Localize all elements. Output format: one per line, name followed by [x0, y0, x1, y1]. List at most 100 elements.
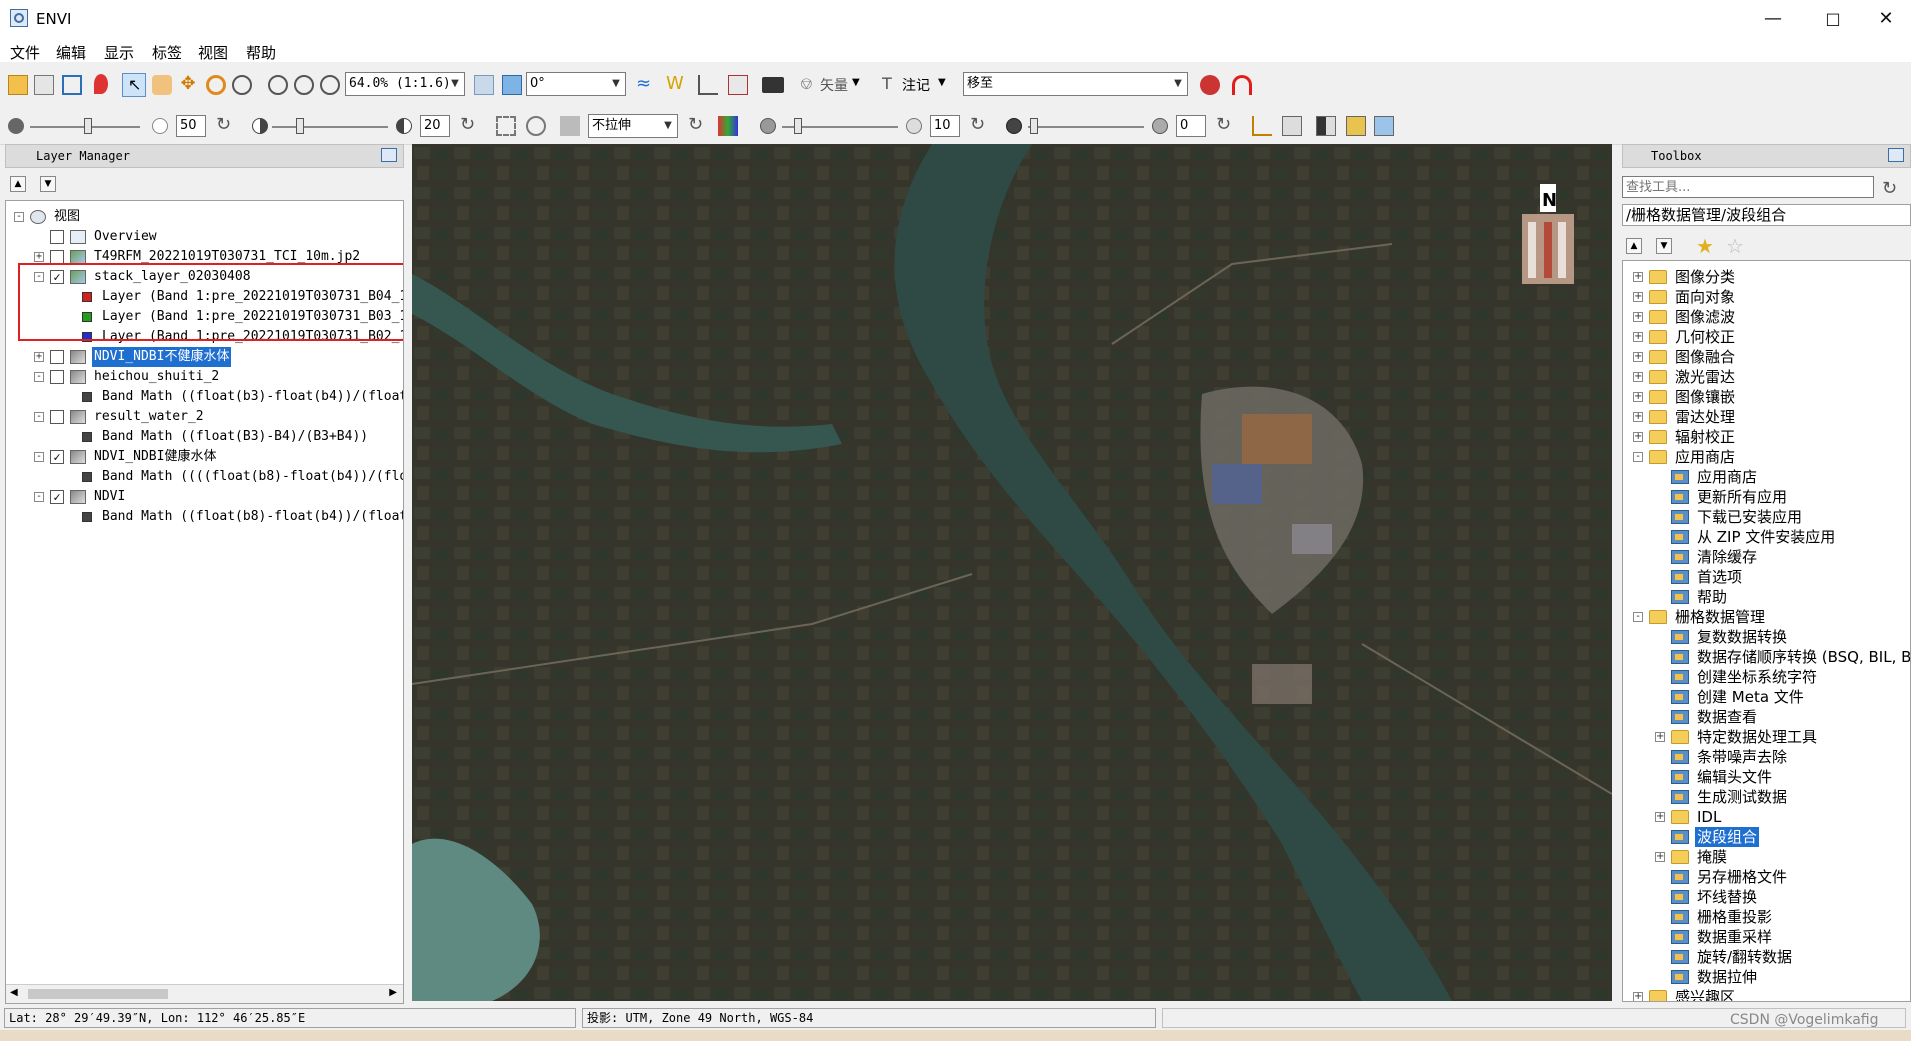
expand-icon[interactable]: + — [1633, 332, 1643, 342]
expand-icon[interactable]: + — [1633, 372, 1643, 382]
toolbox-label[interactable]: 更新所有应用 — [1695, 487, 1789, 507]
layer-label[interactable]: result_water_2 — [92, 407, 206, 427]
toolbox-label[interactable]: 创建坐标系统字符 — [1695, 667, 1819, 687]
pin-icon[interactable] — [94, 74, 108, 94]
toolbox-label[interactable]: 创建 Meta 文件 — [1695, 687, 1806, 707]
menu-view[interactable]: 视图 — [198, 42, 228, 63]
scroll-thumb[interactable] — [28, 989, 168, 999]
sharpen-reset-icon[interactable]: ↻ — [970, 116, 990, 136]
rotate-icon[interactable] — [206, 75, 226, 95]
toolbox-label[interactable]: 数据存储顺序转换 (BSQ, BIL, B — [1695, 647, 1910, 667]
toolbox-label[interactable]: 首选项 — [1695, 567, 1744, 587]
expand-icon[interactable]: + — [1633, 992, 1643, 1001]
collapse-all-icon[interactable]: ▲ — [10, 176, 26, 192]
toolbox-label[interactable]: 图像滤波 — [1673, 307, 1737, 327]
zoom-out-icon[interactable] — [294, 75, 314, 95]
collapse-icon[interactable]: - — [34, 492, 44, 502]
sharpen-value[interactable]: 10 — [930, 115, 960, 137]
toolbox-label[interactable]: 条带噪声去除 — [1695, 747, 1789, 767]
toolbox-label[interactable]: 生成测试数据 — [1695, 787, 1789, 807]
extensions-icon[interactable] — [1200, 75, 1220, 95]
brightness-value[interactable]: 50 — [176, 115, 206, 137]
toolbox-label[interactable]: 激光雷达 — [1673, 367, 1737, 387]
transparency-reset-icon[interactable]: ↻ — [1216, 116, 1236, 136]
layer-label[interactable]: NDVI_NDBI不健康水体 — [92, 347, 232, 367]
blend-icon[interactable] — [1316, 116, 1336, 136]
toolbox-label[interactable]: 旋转/翻转数据 — [1695, 947, 1794, 967]
zoom-full-icon[interactable] — [320, 75, 340, 95]
menu-help[interactable]: 帮助 — [246, 42, 276, 63]
toolbox-label[interactable]: 帮助 — [1695, 587, 1729, 607]
toolbox-label[interactable]: 面向对象 — [1673, 287, 1737, 307]
layer-label[interactable]: Band Math ((float(B3)-B4)/(B3+B4)) — [100, 427, 370, 447]
toolbox-label[interactable]: 数据拉伸 — [1695, 967, 1759, 987]
toolbox-label[interactable]: 另存栅格文件 — [1695, 867, 1789, 887]
expand-icon[interactable]: + — [1655, 812, 1665, 822]
collapse-icon[interactable]: - — [1633, 452, 1643, 462]
measure-icon[interactable] — [698, 75, 718, 95]
layer-label[interactable]: NDVI_NDBI健康水体 — [92, 447, 218, 467]
layer-label[interactable]: NDVI — [92, 487, 127, 507]
chevron-down-icon[interactable]: ▼ — [852, 77, 860, 88]
flicker-icon[interactable] — [1346, 116, 1366, 136]
layer-label[interactable]: heichou_shuiti_2 — [92, 367, 221, 387]
layer-visibility-checkbox[interactable] — [50, 350, 64, 364]
close-icon[interactable]: ✕ — [1856, 0, 1911, 38]
pan-hand-icon[interactable] — [152, 75, 172, 95]
expand-icon[interactable]: + — [1655, 732, 1665, 742]
layer-visibility-checkbox[interactable]: ✓ — [50, 490, 64, 504]
zoom-in-icon[interactable] — [268, 75, 288, 95]
brightness-reset-icon[interactable]: ↻ — [216, 116, 236, 136]
collapse-icon[interactable]: - — [34, 412, 44, 422]
contrast-slider-thumb[interactable] — [296, 118, 304, 134]
toolbox-label[interactable]: 几何校正 — [1673, 327, 1737, 347]
pin-panel-icon[interactable] — [381, 148, 397, 162]
pin-panel-icon[interactable] — [1888, 148, 1904, 162]
toolbox-label[interactable]: 感兴趣区 — [1673, 987, 1737, 1001]
vector-label[interactable]: 矢量 — [820, 75, 848, 95]
zoom-combo[interactable]: 64.0% (1:1.6) ▼ — [345, 72, 465, 96]
layer-label[interactable]: Band Math ((((float(b8)-float(b4))/(flo — [100, 467, 403, 487]
layer-label[interactable]: Overview — [92, 227, 159, 247]
expand-all-icon[interactable]: ▼ — [1656, 238, 1672, 254]
toolbox-label[interactable]: 图像镶嵌 — [1673, 387, 1737, 407]
toolbox-label[interactable]: 编辑头文件 — [1695, 767, 1774, 787]
toolbox-label[interactable]: 栅格数据管理 — [1673, 607, 1767, 627]
toolbox-label[interactable]: 从 ZIP 文件安装应用 — [1695, 527, 1837, 547]
toolbox-label[interactable]: 清除缓存 — [1695, 547, 1759, 567]
histogram-icon[interactable] — [1252, 116, 1272, 136]
annotation-icon[interactable]: T — [882, 75, 902, 95]
menu-edit[interactable]: 编辑 — [56, 42, 86, 63]
expand-icon[interactable]: + — [1633, 292, 1643, 302]
collapse-icon[interactable]: - — [1633, 612, 1643, 622]
toolbox-label[interactable]: IDL — [1695, 807, 1723, 827]
toolbox-label[interactable]: 数据重采样 — [1695, 927, 1774, 947]
layer-visibility-checkbox[interactable] — [50, 230, 64, 244]
layer-hscrollbar[interactable]: ◀ ▶ — [6, 984, 403, 1003]
unfavorite-star-icon[interactable]: ☆ — [1726, 234, 1744, 258]
transparency-slider-thumb[interactable] — [1030, 118, 1038, 134]
rotation-combo[interactable]: 0° ▼ — [526, 72, 626, 96]
rotate-north-icon[interactable] — [474, 75, 494, 95]
stretch-combo[interactable]: 不拉伸 ▼ — [588, 114, 678, 138]
contrast-reset-icon[interactable]: ↻ — [460, 116, 480, 136]
toolbox-label[interactable]: 下载已安装应用 — [1695, 507, 1804, 527]
image-view[interactable]: N — [412, 144, 1612, 1001]
zoom-icon[interactable] — [232, 75, 252, 95]
collapse-all-icon[interactable]: ▲ — [1626, 238, 1642, 254]
expand-icon[interactable]: + — [1633, 432, 1643, 442]
menu-label[interactable]: 标签 — [152, 42, 182, 63]
toolbox-label[interactable]: 图像分类 — [1673, 267, 1737, 287]
data-manager-icon[interactable] — [34, 75, 54, 95]
favorite-star-icon[interactable]: ★ — [1696, 234, 1714, 258]
menu-display[interactable]: 显示 — [104, 42, 134, 63]
contrast-slider-track[interactable] — [272, 126, 388, 128]
minimize-icon[interactable]: — — [1743, 0, 1803, 38]
toolbox-label[interactable]: 图像融合 — [1673, 347, 1737, 367]
layer-visibility-checkbox[interactable]: ✓ — [50, 450, 64, 464]
expand-icon[interactable]: + — [1633, 272, 1643, 282]
toolbox-label[interactable]: 雷达处理 — [1673, 407, 1737, 427]
collapse-icon[interactable]: - — [34, 452, 44, 462]
layer-visibility-checkbox[interactable] — [50, 250, 64, 264]
toolbox-label[interactable]: 坏线替换 — [1695, 887, 1759, 907]
